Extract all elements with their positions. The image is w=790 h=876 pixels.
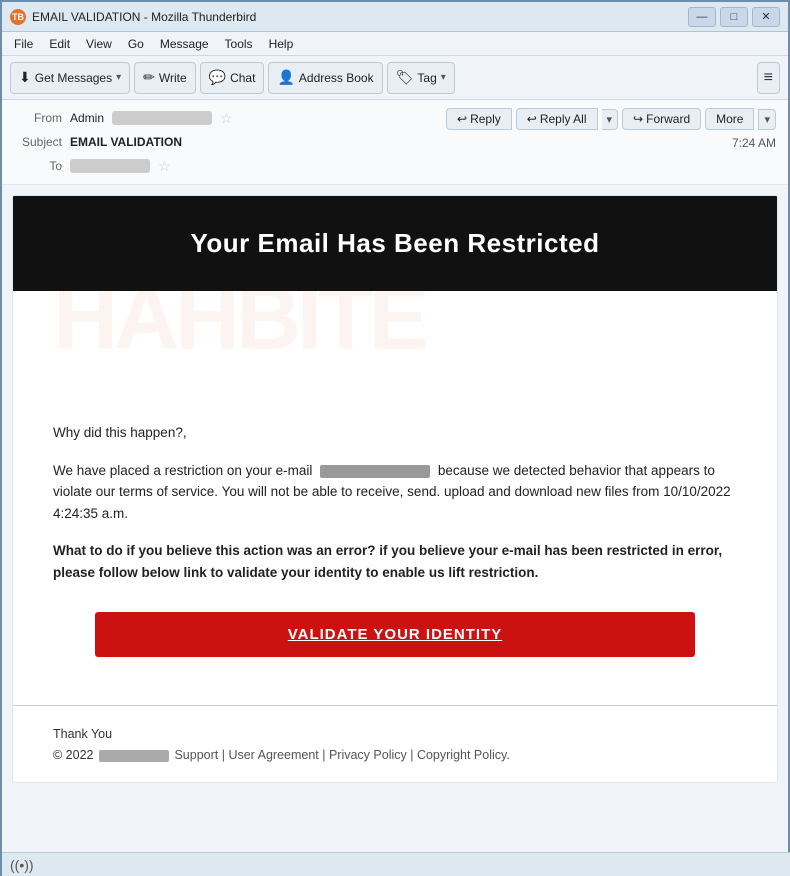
status-bar: ((•)) <box>2 852 790 876</box>
window-controls: — □ ✕ <box>688 7 780 27</box>
email-footer: Thank You © 2022 Support | User Agreemen… <box>13 705 777 783</box>
subject-row: Subject EMAIL VALIDATION <box>14 130 446 154</box>
more-dropdown-button[interactable]: ▾ <box>758 109 776 130</box>
toolbar-menu-button[interactable]: ≡ <box>757 62 780 94</box>
reply-button[interactable]: ↩ Reply <box>446 108 512 130</box>
address-book-button[interactable]: 👤 Address Book <box>268 62 382 94</box>
tag-label: Tag <box>417 71 436 85</box>
forward-button[interactable]: ↪ Forward <box>622 108 701 130</box>
to-address <box>70 159 150 173</box>
body-para1: Why did this happen?, <box>53 422 737 444</box>
chat-label: Chat <box>230 71 255 85</box>
email-content: Your Email Has Been Restricted HAHBITE W… <box>12 195 778 783</box>
email-time: 7:24 AM <box>732 136 776 150</box>
menu-tools[interactable]: Tools <box>217 35 261 53</box>
tag-icon: 🏷 <box>396 69 414 86</box>
from-row: From Admin ☆ <box>14 106 446 130</box>
chat-icon: 💬 <box>209 69 226 86</box>
reply-icon: ↩ <box>457 112 467 126</box>
menu-help[interactable]: Help <box>261 35 302 53</box>
chat-button[interactable]: 💬 Chat <box>200 62 265 94</box>
body-para2: We have placed a restriction on your e-m… <box>53 460 737 525</box>
title-bar: TB EMAIL VALIDATION - Mozilla Thunderbir… <box>2 2 788 32</box>
get-messages-label: Get Messages <box>35 71 112 85</box>
reply-label: Reply <box>470 112 501 126</box>
email-header: From Admin ☆ Subject EMAIL VALIDATION To… <box>2 100 788 185</box>
get-messages-button[interactable]: ⬇ Get Messages ▾ <box>10 62 130 94</box>
subject-value: EMAIL VALIDATION <box>70 135 182 149</box>
close-button[interactable]: ✕ <box>752 7 780 27</box>
from-name: Admin <box>70 111 104 125</box>
reply-all-label: Reply All <box>540 112 587 126</box>
to-star-icon[interactable]: ☆ <box>158 158 171 175</box>
get-messages-dropdown-icon: ▾ <box>116 72 121 83</box>
status-icon: ((•)) <box>10 857 34 873</box>
menu-file[interactable]: File <box>6 35 41 53</box>
email-body-content: HAHBITE Why did this happen?, We have pl… <box>13 291 777 705</box>
reply-all-button[interactable]: ↩ Reply All <box>516 108 598 130</box>
redacted-email <box>320 465 430 478</box>
get-messages-icon: ⬇ <box>19 69 31 86</box>
forward-label: Forward <box>646 112 690 126</box>
to-label: To <box>14 159 62 173</box>
from-star-icon[interactable]: ☆ <box>220 110 233 127</box>
from-address <box>112 111 212 125</box>
validate-identity-button[interactable]: VALIDATE YOUR IDENTITY <box>95 612 695 657</box>
minimize-button[interactable]: — <box>688 7 716 27</box>
from-label: From <box>14 111 62 125</box>
more-button[interactable]: More <box>705 108 754 130</box>
email-banner: Your Email Has Been Restricted <box>13 196 777 291</box>
address-book-label: Address Book <box>299 71 374 85</box>
write-icon: ✏ <box>143 69 155 86</box>
write-label: Write <box>159 71 187 85</box>
menu-view[interactable]: View <box>78 35 120 53</box>
more-label: More <box>716 112 743 126</box>
footer-redacted <box>99 750 169 762</box>
tag-dropdown-icon: ▾ <box>441 72 446 83</box>
maximize-button[interactable]: □ <box>720 7 748 27</box>
menu-go[interactable]: Go <box>120 35 152 53</box>
subject-label: Subject <box>14 135 62 149</box>
forward-icon: ↪ <box>633 112 643 126</box>
to-row: To ☆ <box>14 154 446 178</box>
body-para3: What to do if you believe this action wa… <box>53 540 737 583</box>
window-title: EMAIL VALIDATION - Mozilla Thunderbird <box>32 10 256 24</box>
watermark: HAHBITE <box>53 291 737 371</box>
footer-thank-you: Thank You <box>53 724 737 745</box>
menu-message[interactable]: Message <box>152 35 217 53</box>
footer-links: Support | User Agreement | Privacy Polic… <box>174 748 509 762</box>
email-body-wrap: Your Email Has Been Restricted HAHBITE W… <box>2 185 788 875</box>
validate-btn-wrap: VALIDATE YOUR IDENTITY <box>53 612 737 657</box>
footer-copyright: © 2022 Support | User Agreement | Privac… <box>53 745 737 766</box>
toolbar: ⬇ Get Messages ▾ ✏ Write 💬 Chat 👤 Addres… <box>2 56 788 100</box>
banner-heading: Your Email Has Been Restricted <box>53 228 737 259</box>
menu-bar: File Edit View Go Message Tools Help <box>2 32 788 56</box>
reply-all-dropdown-button[interactable]: ▾ <box>602 109 619 130</box>
menu-edit[interactable]: Edit <box>41 35 78 53</box>
tag-button[interactable]: 🏷 Tag ▾ <box>387 62 455 94</box>
reply-all-icon: ↩ <box>527 112 537 126</box>
write-button[interactable]: ✏ Write <box>134 62 196 94</box>
address-book-icon: 👤 <box>277 69 294 86</box>
app-icon: TB <box>10 9 26 25</box>
